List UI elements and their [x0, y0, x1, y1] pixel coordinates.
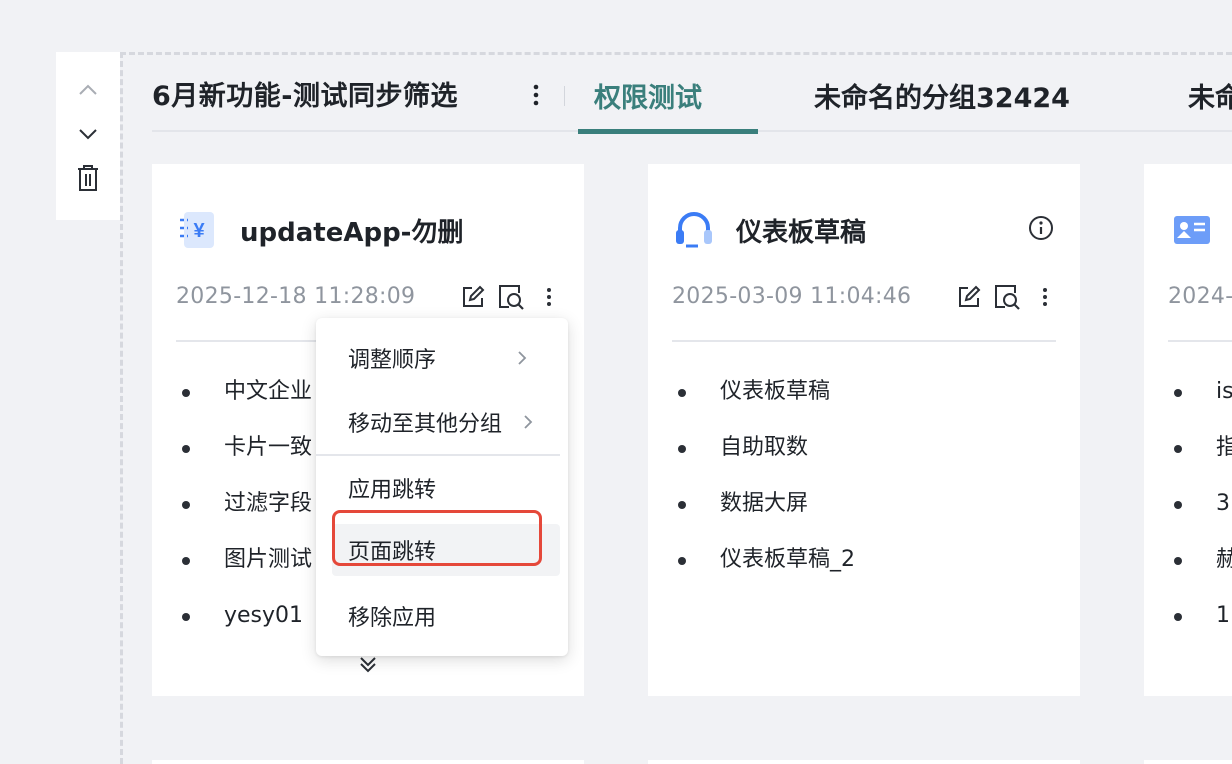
tab-separator	[564, 86, 565, 106]
card-title: updateApp-勿删	[240, 218, 464, 248]
menu-item-label: 应用跳转	[348, 478, 437, 503]
list-item[interactable]: 1.	[1168, 602, 1232, 658]
preview-search-icon	[499, 285, 524, 310]
card-divider	[1168, 340, 1232, 342]
app-card-dashboard-draft[interactable]: 仪表板草稿 2025-03-09 11:04:46 仪表板草稿 自助取数 数据大…	[648, 164, 1080, 696]
card-more-button[interactable]	[1030, 282, 1060, 312]
card-date: 2025-12-18 11:28:09	[176, 284, 416, 309]
card-actions	[458, 282, 564, 312]
card-more-button[interactable]	[534, 282, 564, 312]
edit-button[interactable]	[458, 282, 488, 312]
group-tool-rail	[56, 52, 120, 220]
app-card-row2[interactable]	[152, 760, 584, 764]
move-up-button[interactable]	[74, 76, 102, 104]
edit-icon	[463, 285, 485, 307]
delete-group-button[interactable]	[74, 164, 102, 192]
list-item[interactable]: 数据大屏	[672, 490, 1056, 546]
menu-item-page-jump[interactable]: 页面跳转	[332, 524, 560, 576]
tab-permission-test[interactable]: 权限测试	[594, 76, 702, 115]
edit-button[interactable]	[954, 282, 984, 312]
tab-unnamed-partial[interactable]: 未命	[1188, 76, 1232, 115]
menu-item-remove-app[interactable]: 移除应用	[332, 590, 560, 642]
card-page-list: 仪表板草稿 自助取数 数据大屏 仪表板草稿_2	[672, 378, 1056, 602]
app-card-row2[interactable]	[1144, 760, 1232, 764]
card-more-menu: 调整顺序 移动至其他分组 应用跳转 页面跳转 移除应用	[316, 318, 568, 656]
list-item[interactable]: 指	[1168, 434, 1232, 490]
group-border-top	[120, 52, 1232, 55]
app-card-partial[interactable]: 2024- is 指 3. 赫 1.	[1144, 164, 1232, 696]
preview-button[interactable]	[496, 282, 526, 312]
card-page-list: is 指 3. 赫 1.	[1168, 378, 1232, 658]
yuan-document-icon: ¥	[180, 212, 214, 248]
active-tab-indicator	[578, 129, 758, 134]
app-card-row2[interactable]	[648, 760, 1080, 764]
list-item[interactable]: 仪表板草稿_2	[672, 546, 1056, 602]
menu-item-label: 移动至其他分组	[348, 412, 503, 437]
list-item[interactable]: 仪表板草稿	[672, 378, 1056, 434]
menu-item-app-jump[interactable]: 应用跳转	[332, 462, 560, 514]
more-vertical-icon	[1043, 288, 1047, 306]
more-vertical-icon	[547, 288, 551, 306]
dashboard-app: 6月新功能-测试同步筛选 权限测试 未命名的分组32424 未命 ¥ updat…	[0, 0, 1232, 764]
tab-unnamed-group-32424[interactable]: 未命名的分组32424	[814, 76, 1070, 115]
chevron-right-icon	[524, 415, 533, 429]
card-date: 2024-	[1168, 284, 1232, 309]
trash-icon	[78, 165, 98, 191]
chevron-up-icon	[79, 84, 97, 95]
headset-icon	[676, 212, 712, 248]
card-divider	[672, 340, 1056, 342]
group-tabs: 6月新功能-测试同步筛选 权限测试 未命名的分组32424 未命	[152, 62, 1232, 134]
move-down-button[interactable]	[74, 120, 102, 148]
menu-divider	[316, 454, 560, 456]
edit-icon	[959, 285, 981, 307]
list-item[interactable]: 3.	[1168, 490, 1232, 546]
list-item[interactable]: is	[1168, 378, 1232, 434]
menu-item-label: 页面跳转	[348, 540, 437, 565]
info-icon[interactable]	[1028, 215, 1054, 241]
group-more-button[interactable]	[526, 80, 546, 110]
card-date: 2025-03-09 11:04:46	[672, 284, 912, 309]
chevron-right-icon	[518, 351, 527, 365]
preview-search-icon	[995, 285, 1020, 310]
svg-text:¥: ¥	[193, 220, 205, 242]
list-item[interactable]: 赫	[1168, 546, 1232, 602]
menu-item-label: 移除应用	[348, 606, 437, 631]
menu-item-move-group[interactable]: 移动至其他分组	[332, 396, 560, 448]
menu-item-label: 调整顺序	[348, 348, 437, 373]
card-title: 仪表板草稿	[736, 218, 867, 248]
menu-item-reorder[interactable]: 调整顺序	[332, 332, 560, 384]
chevron-down-icon	[79, 129, 97, 140]
card-actions	[954, 282, 1060, 312]
id-card-icon	[1174, 216, 1210, 244]
more-vertical-icon	[533, 84, 539, 106]
current-group-title[interactable]: 6月新功能-测试同步筛选	[152, 74, 512, 113]
preview-button[interactable]	[992, 282, 1022, 312]
list-item[interactable]: 自助取数	[672, 434, 1056, 490]
group-border-left	[120, 52, 123, 764]
